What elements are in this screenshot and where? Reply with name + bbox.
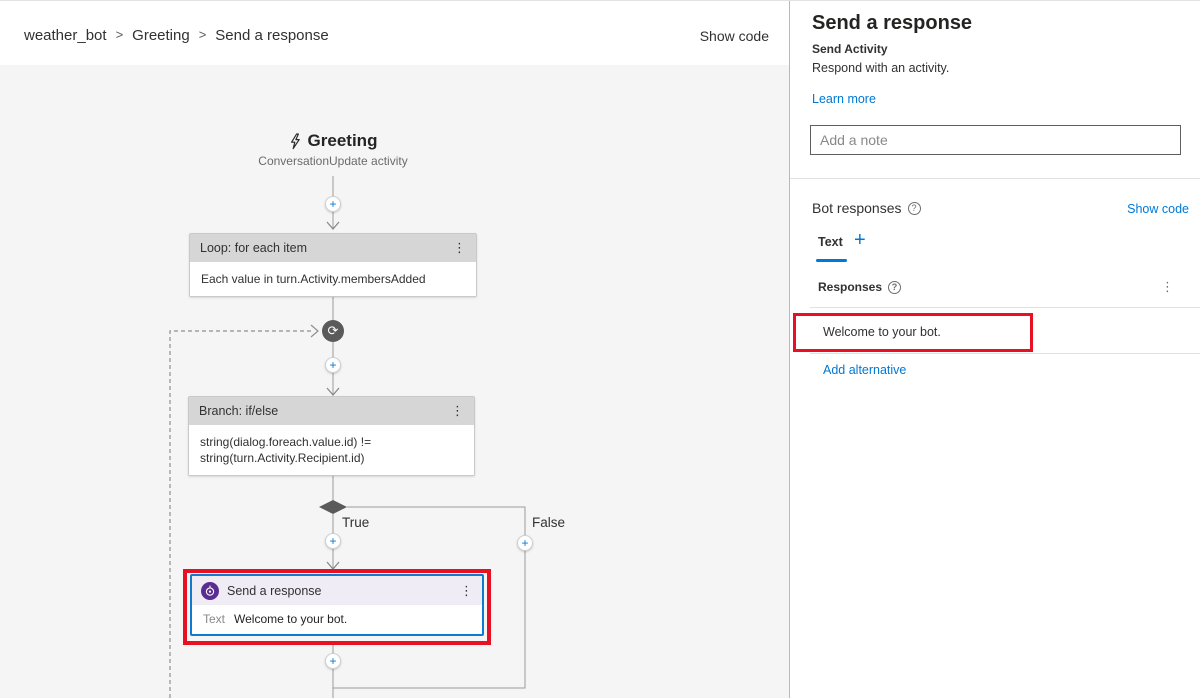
plus-icon: + [329,358,337,372]
divider [810,307,1200,308]
tab-active-underline [816,259,847,262]
lightning-icon [290,132,300,149]
add-action-false-button[interactable]: + [517,535,533,551]
responses-text: Responses [818,280,883,294]
breadcrumb-item-action[interactable]: Send a response [215,27,328,44]
bot-responses-label: Bot responses ? [812,200,921,216]
breadcrumb-separator: > [198,27,207,42]
add-alternative-link[interactable]: Add alternative [823,363,906,377]
flow-editor: weather_bot > Greeting > Send a response… [0,1,789,698]
loop-icon[interactable]: ⟳ [322,320,344,342]
add-action-button[interactable]: + [325,653,341,669]
send-response-node[interactable]: Send a response ⋮ Text Welcome to your b… [190,574,484,636]
sync-icon: ⟳ [327,323,339,339]
add-action-true-button[interactable]: + [325,533,341,549]
learn-more-link[interactable]: Learn more [812,92,876,106]
show-code-button[interactable]: Show code [700,28,769,44]
branch-node[interactable]: Branch: if/else ⋮ string(dialog.foreach.… [188,396,475,477]
breadcrumb-separator: > [115,27,124,42]
send-node-menu-icon[interactable]: ⋮ [460,583,473,599]
bot-framework-icon [201,581,219,600]
plus-icon: + [329,654,337,668]
loop-node-body: Each value in turn.Activity.membersAdded [190,262,476,297]
note-input[interactable] [810,125,1181,155]
divider [790,178,1200,179]
branch-node-menu-icon[interactable]: ⋮ [451,403,464,419]
app-window: weather_bot > Greeting > Send a response… [0,0,1200,698]
breadcrumb-item-trigger[interactable]: Greeting [132,27,190,44]
true-branch-label: True [342,515,370,530]
property-panel: Send a response Send Activity Respond wi… [789,1,1200,698]
trigger-node[interactable]: Greeting ConversationUpdate activity [189,131,477,168]
loop-node-menu-icon[interactable]: ⋮ [453,240,466,256]
bot-responses-text: Bot responses [812,200,902,216]
loop-node[interactable]: Loop: for each item ⋮ Each value in turn… [189,233,477,298]
panel-subtitle: Send Activity [812,42,888,56]
plus-icon: + [329,534,337,548]
plus-icon: + [521,536,529,550]
show-code-link[interactable]: Show code [1127,202,1189,216]
false-branch-label: False [532,515,566,530]
help-icon[interactable]: ? [888,280,902,294]
trigger-title: Greeting [307,131,378,150]
branch-node-title: Branch: if/else [199,404,279,418]
send-node-field-label: Text [203,612,226,626]
panel-description: Respond with an activity. [812,61,950,75]
add-action-button[interactable]: + [325,357,341,373]
flow-canvas[interactable]: Greeting ConversationUpdate activity + +… [0,65,789,698]
breadcrumb-item-bot[interactable]: weather_bot [24,27,107,44]
send-node-title: Send a response [227,583,322,598]
tab-text[interactable]: Text [818,235,843,249]
editor-topbar: weather_bot > Greeting > Send a response… [0,1,789,65]
add-tab-icon[interactable]: + [854,229,866,252]
response-value[interactable]: Welcome to your bot. [823,325,941,339]
panel-title: Send a response [812,12,973,34]
help-icon[interactable]: ? [907,201,921,215]
responses-label: Responses ? [818,280,902,294]
send-node-field-value: Welcome to your bot. [234,612,348,626]
trigger-subtitle: ConversationUpdate activity [258,154,408,168]
branch-condition-line1: string(dialog.foreach.value.id) != [200,435,372,449]
responses-menu-icon[interactable]: ⋮ [1161,279,1174,295]
add-action-button[interactable]: + [325,196,341,212]
breadcrumb: weather_bot > Greeting > Send a response [24,27,329,44]
plus-icon: + [329,197,337,211]
divider [810,353,1200,354]
loop-node-title: Loop: for each item [200,241,308,255]
branch-condition-line2: string(turn.Activity.Recipient.id) [200,451,365,466]
